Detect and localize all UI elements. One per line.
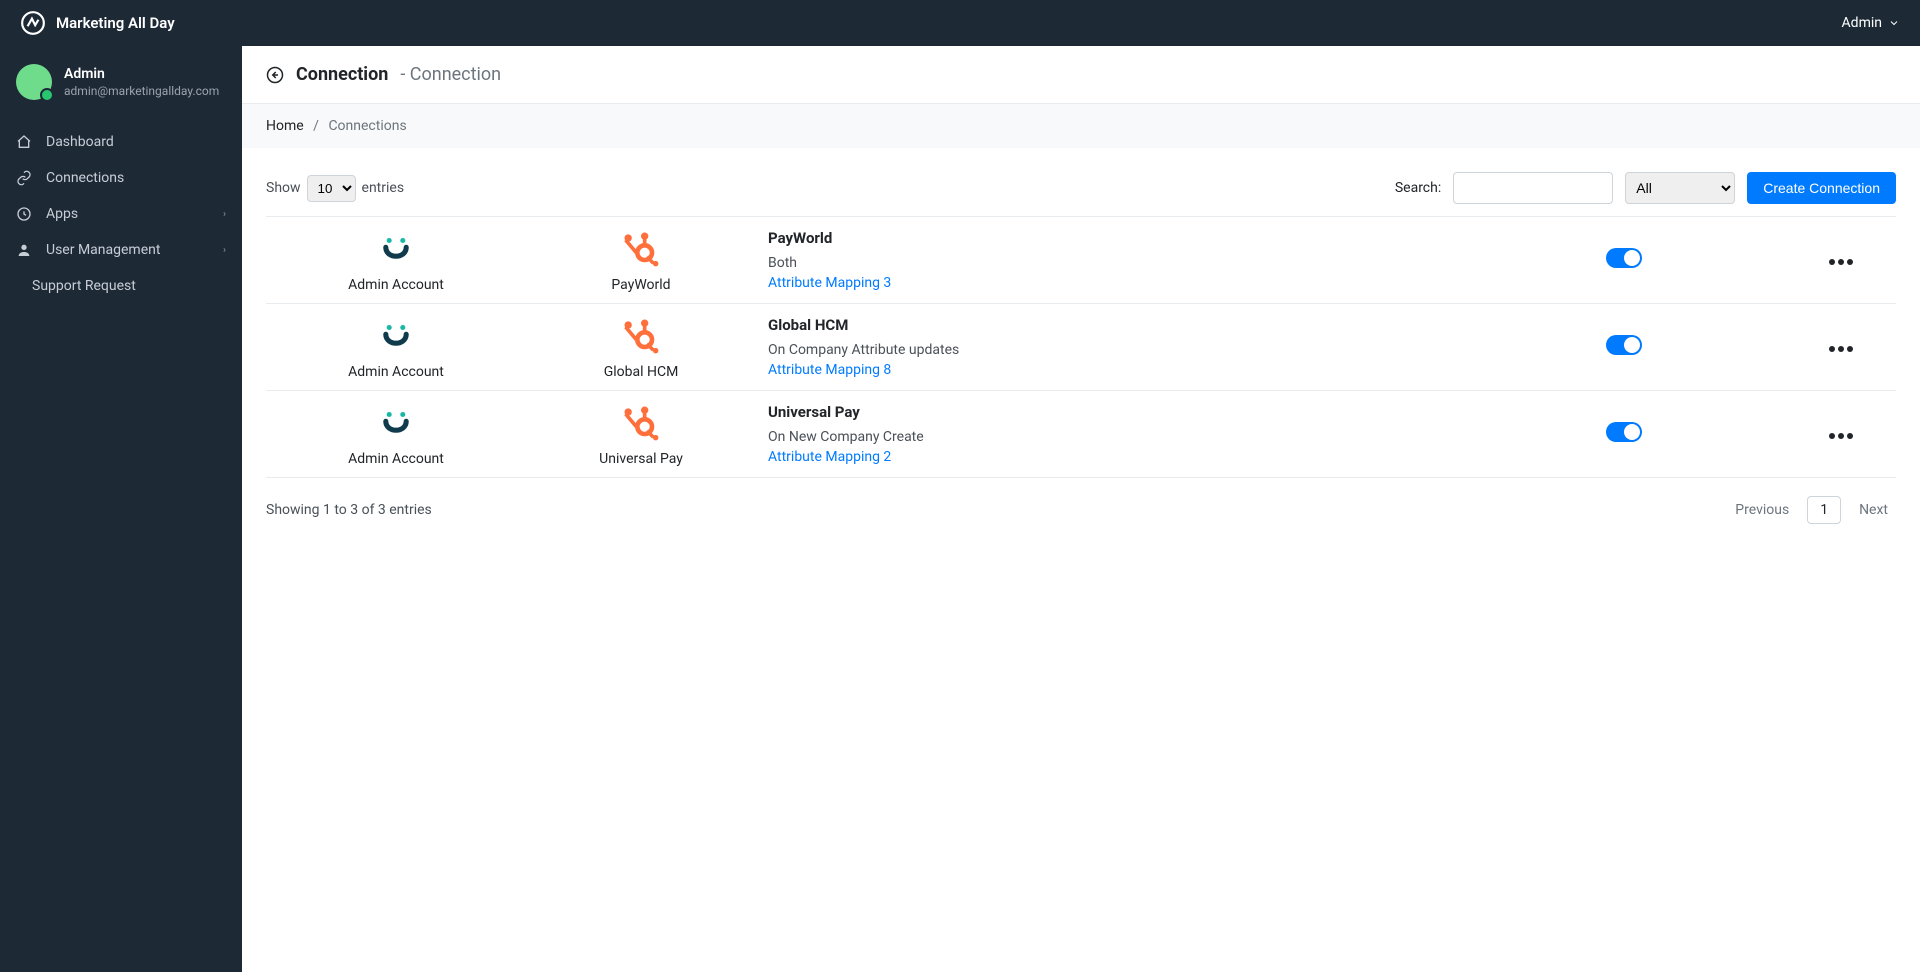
table-footer: Showing 1 to 3 of 3 entries Previous 1 N… (266, 496, 1896, 524)
user-name: Admin (64, 66, 219, 82)
home-icon (16, 134, 32, 150)
connection-row: Admin Account Universal Pay Universal Pay O… (266, 391, 1896, 478)
user-icon (16, 242, 32, 258)
breadcrumb: Home / Connections (242, 104, 1920, 148)
breadcrumb-separator: / (313, 118, 319, 134)
chevron-right-icon: › (223, 209, 226, 220)
brand-name: Marketing All Day (56, 14, 175, 32)
pagination-previous[interactable]: Previous (1727, 496, 1797, 524)
page-title: Connection (296, 64, 388, 85)
target-app-icon (619, 227, 663, 271)
user-block: Admin admin@marketingallday.com (0, 46, 242, 120)
sidebar-item-user-management[interactable]: User Management › (0, 232, 242, 268)
connections-list: Admin Account PayWorld PayWorld Both Attribu… (266, 216, 1896, 478)
show-label: Show (266, 180, 301, 196)
brand: Marketing All Day (20, 10, 175, 36)
more-actions-button[interactable] (1823, 253, 1859, 271)
target-app-icon (619, 401, 663, 445)
sidebar-item-label: Connections (46, 170, 124, 186)
sidebar-item-apps[interactable]: Apps › (0, 196, 242, 232)
connection-row: Admin Account Global HCM Global HCM On Comp… (266, 304, 1896, 391)
chevron-down-icon (1888, 17, 1900, 29)
enable-toggle[interactable] (1606, 422, 1642, 442)
connection-trigger: On Company Attribute updates (768, 342, 1594, 358)
sidebar-item-support-request[interactable]: Support Request › (0, 268, 242, 304)
filter-select[interactable]: All (1625, 172, 1735, 204)
source-app-icon (374, 401, 418, 445)
back-arrow-icon[interactable] (266, 66, 284, 84)
target-app-label: PayWorld (611, 277, 670, 293)
pagination: Previous 1 Next (1727, 496, 1896, 524)
source-app-icon (374, 314, 418, 358)
pagination-page[interactable]: 1 (1807, 496, 1841, 524)
target-app-icon (619, 314, 663, 358)
top-header: Marketing All Day Admin (0, 0, 1920, 46)
sidebar-item-label: User Management (46, 242, 160, 258)
search-input[interactable] (1453, 172, 1613, 204)
connection-title: Global HCM (768, 316, 1594, 334)
connection-trigger: On New Company Create (768, 429, 1594, 445)
sidebar-item-label: Dashboard (46, 134, 114, 150)
pagination-next[interactable]: Next (1851, 496, 1896, 524)
page-size-select[interactable]: 10 (307, 175, 356, 202)
main: Connection - Connection Home / Connectio… (242, 46, 1920, 548)
table-controls: Show 10 entries Search: All Create Conne… (266, 172, 1896, 204)
sidebar-item-label: Apps (46, 206, 78, 222)
more-actions-button[interactable] (1823, 427, 1859, 445)
attribute-mapping-link[interactable]: Attribute Mapping 8 (768, 362, 1594, 378)
table-status: Showing 1 to 3 of 3 entries (266, 502, 432, 518)
chevron-right-icon: › (223, 245, 226, 256)
breadcrumb-home[interactable]: Home (266, 118, 304, 134)
connection-title: Universal Pay (768, 403, 1594, 421)
enable-toggle[interactable] (1606, 335, 1642, 355)
source-app-icon (374, 227, 418, 271)
attribute-mapping-link[interactable]: Attribute Mapping 3 (768, 275, 1594, 291)
user-email: admin@marketingallday.com (64, 84, 219, 98)
apps-icon (16, 206, 32, 222)
brand-icon (20, 10, 46, 36)
source-app-label: Admin Account (348, 277, 444, 293)
page-subtitle: - Connection (400, 64, 501, 85)
enable-toggle[interactable] (1606, 248, 1642, 268)
page-header: Connection - Connection (242, 46, 1920, 104)
target-app-label: Universal Pay (599, 451, 683, 467)
sidebar-nav: Dashboard › Connections › Apps › User Ma… (0, 120, 242, 308)
attribute-mapping-link[interactable]: Attribute Mapping 2 (768, 449, 1594, 465)
sidebar-item-connections[interactable]: Connections › (0, 160, 242, 196)
more-actions-button[interactable] (1823, 340, 1859, 358)
sidebar-item-dashboard[interactable]: Dashboard › (0, 124, 242, 160)
target-app-label: Global HCM (604, 364, 679, 380)
content: Show 10 entries Search: All Create Conne… (242, 148, 1920, 548)
connection-row: Admin Account PayWorld PayWorld Both Attribu… (266, 216, 1896, 304)
source-app-label: Admin Account (348, 451, 444, 467)
sidebar: Admin admin@marketingallday.com Dashboar… (0, 46, 242, 972)
connection-title: PayWorld (768, 229, 1594, 247)
create-connection-button[interactable]: Create Connection (1747, 172, 1896, 204)
search-label: Search: (1395, 180, 1441, 196)
source-app-label: Admin Account (348, 364, 444, 380)
user-menu[interactable]: Admin (1842, 15, 1900, 31)
sidebar-item-label: Support Request (32, 278, 136, 294)
entries-label: entries (362, 180, 405, 196)
user-menu-label: Admin (1842, 15, 1882, 31)
avatar[interactable] (16, 64, 52, 100)
link-icon (16, 170, 32, 186)
connection-trigger: Both (768, 255, 1594, 271)
breadcrumb-current: Connections (328, 118, 406, 134)
